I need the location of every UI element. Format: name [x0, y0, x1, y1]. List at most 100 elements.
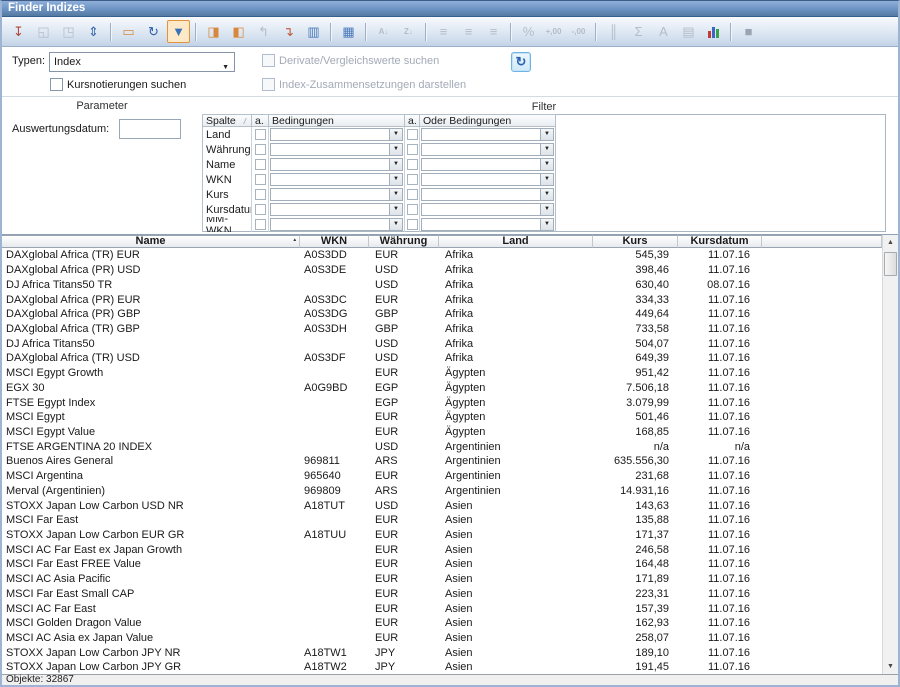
column-header-land[interactable]: Land	[439, 235, 593, 248]
or-checkbox[interactable]	[407, 174, 418, 185]
refresh-icon[interactable]: ↻	[142, 20, 165, 43]
oder-bedingungen-dropdown[interactable]: ▼	[421, 173, 554, 186]
table-row[interactable]: MSCI Golden Dragon Value EUR Asien 162,9…	[2, 616, 882, 631]
table-row[interactable]: MSCI Far East Small CAP EUR Asien 223,31…	[2, 587, 882, 602]
filter-header-spalte[interactable]: Spalte/	[202, 114, 252, 127]
or-checkbox[interactable]	[407, 189, 418, 200]
table-row[interactable]: MSCI Egypt Value EUR Ägypten 168,85 11.0…	[2, 425, 882, 440]
value-options-icon[interactable]: ║	[602, 20, 625, 43]
import-icon[interactable]: ↧	[7, 20, 30, 43]
vertical-scrollbar[interactable]: ▲ ▼	[882, 235, 898, 674]
oder-bedingungen-dropdown[interactable]: ▼	[421, 203, 554, 216]
table-row[interactable]: EGX 30 A0G9BD EGP Ägypten 7.506,18 11.07…	[2, 380, 882, 395]
add-decimals-icon[interactable]: +,00	[542, 20, 565, 43]
table-row[interactable]: STOXX Japan Low Carbon JPY GR A18TW2 JPY…	[2, 660, 882, 674]
table-row[interactable]: MSCI AC Far East EUR Asien 157,39 11.07.…	[2, 601, 882, 616]
column-header-wkn[interactable]: WKN	[300, 235, 369, 248]
bedingungen-dropdown[interactable]: ▼	[270, 218, 403, 231]
column-stats-icon[interactable]: ▥	[302, 20, 325, 43]
column-header-kurs[interactable]: Kurs	[593, 235, 678, 248]
or-checkbox[interactable]	[407, 204, 418, 215]
fit-rows-icon[interactable]: ⇕	[82, 20, 105, 43]
table-format-icon[interactable]: ▤	[677, 20, 700, 43]
sort-asc-icon[interactable]: A↓	[372, 20, 395, 43]
bedingungen-dropdown[interactable]: ▼	[270, 203, 403, 216]
bedingungen-dropdown[interactable]: ▼	[270, 143, 403, 156]
table-row[interactable]: MSCI AC Asia ex Japan Value EUR Asien 25…	[2, 631, 882, 646]
percent-icon[interactable]: %	[517, 20, 540, 43]
table-row[interactable]: Buenos Aires General 969811 ARS Argentin…	[2, 454, 882, 469]
oder-bedingungen-dropdown[interactable]: ▼	[421, 188, 554, 201]
or-checkbox[interactable]	[407, 144, 418, 155]
table-row[interactable]: DAXglobal Africa (TR) GBP A0S3DH GBP Afr…	[2, 322, 882, 337]
new-range-icon[interactable]: ▭	[117, 20, 140, 43]
table-row[interactable]: MSCI AC Far East ex Japan Growth EUR Asi…	[2, 542, 882, 557]
table-row[interactable]: STOXX Japan Low Carbon JPY NR A18TW1 JPY…	[2, 645, 882, 660]
and-checkbox[interactable]	[255, 174, 266, 185]
scroll-down-button[interactable]: ▼	[883, 659, 898, 674]
refresh-search-button[interactable]: ↻	[511, 52, 531, 72]
column-header-kursdatum[interactable]: Kursdatum	[678, 235, 762, 248]
or-checkbox[interactable]	[407, 219, 418, 230]
select-columns-icon[interactable]: ▦	[337, 20, 360, 43]
and-checkbox[interactable]	[255, 189, 266, 200]
table-row[interactable]: DAXglobal Africa (TR) USD A0S3DF USD Afr…	[2, 351, 882, 366]
table-row[interactable]: DAXglobal Africa (PR) GBP A0S3DG GBP Afr…	[2, 307, 882, 322]
table-row[interactable]: FTSE Egypt Index EGP Ägypten 3.079,99 11…	[2, 395, 882, 410]
table-row[interactable]: Merval (Argentinien) 969809 ARS Argentin…	[2, 484, 882, 499]
and-checkbox[interactable]	[255, 144, 266, 155]
insert-row-icon[interactable]: ↴	[277, 20, 300, 43]
remove-column-icon[interactable]: ◧	[227, 20, 250, 43]
stop-icon[interactable]: ■	[737, 20, 760, 43]
bedingungen-dropdown[interactable]: ▼	[270, 173, 403, 186]
zusammensetzungen-checkbox[interactable]	[262, 78, 275, 91]
or-checkbox[interactable]	[407, 129, 418, 140]
align-center-icon[interactable]: ≡	[457, 20, 480, 43]
column-header-name[interactable]: Name▴	[2, 235, 300, 248]
chart-icon[interactable]	[702, 20, 725, 43]
auswertungsdatum-input[interactable]	[119, 119, 181, 139]
align-right-icon[interactable]: ≡	[482, 20, 505, 43]
table-row[interactable]: MSCI Egypt EUR Ägypten 501,46 11.07.16	[2, 410, 882, 425]
and-checkbox[interactable]	[255, 204, 266, 215]
derivate-checkbox[interactable]	[262, 54, 275, 67]
and-checkbox[interactable]	[255, 129, 266, 140]
expand-selection-icon[interactable]: ◱	[32, 20, 55, 43]
table-row[interactable]: MSCI Argentina 965640 EUR Argentinien 23…	[2, 469, 882, 484]
oder-bedingungen-dropdown[interactable]: ▼	[421, 158, 554, 171]
table-row[interactable]: STOXX Japan Low Carbon USD NR A18TUT USD…	[2, 498, 882, 513]
table-row[interactable]: FTSE ARGENTINA 20 INDEX USD Argentinien …	[2, 439, 882, 454]
table-row[interactable]: MSCI Far East EUR Asien 135,88 11.07.16	[2, 513, 882, 528]
typen-select[interactable]: Index ▼	[49, 52, 235, 72]
table-row[interactable]: MSCI Far East FREE Value EUR Asien 164,4…	[2, 557, 882, 572]
insert-column-icon[interactable]: ◨	[202, 20, 225, 43]
table-row[interactable]: DAXglobal Africa (PR) EUR A0S3DC EUR Afr…	[2, 292, 882, 307]
font-icon[interactable]: A	[652, 20, 675, 43]
align-left-icon[interactable]: ≡	[432, 20, 455, 43]
bedingungen-dropdown[interactable]: ▼	[270, 158, 403, 171]
remove-decimals-icon[interactable]: -,00	[567, 20, 590, 43]
scrollbar-thumb[interactable]	[884, 252, 897, 276]
or-checkbox[interactable]	[407, 159, 418, 170]
scroll-up-button[interactable]: ▲	[883, 235, 898, 250]
table-row[interactable]: MSCI AC Asia Pacific EUR Asien 171,89 11…	[2, 572, 882, 587]
filter-icon[interactable]: ▼	[167, 20, 190, 43]
oder-bedingungen-dropdown[interactable]: ▼	[421, 143, 554, 156]
oder-bedingungen-dropdown[interactable]: ▼	[421, 218, 554, 231]
table-row[interactable]: DJ Africa Titans50 USD Afrika 504,07 11.…	[2, 336, 882, 351]
kursnotierungen-checkbox[interactable]	[50, 78, 63, 91]
sum-icon[interactable]: Σ	[627, 20, 650, 43]
bedingungen-dropdown[interactable]: ▼	[270, 188, 403, 201]
undo-column-icon[interactable]: ↰	[252, 20, 275, 43]
bedingungen-dropdown[interactable]: ▼	[270, 128, 403, 141]
table-row[interactable]: DJ Africa Titans50 TR USD Afrika 630,40 …	[2, 277, 882, 292]
table-row[interactable]: STOXX Japan Low Carbon EUR GR A18TUU EUR…	[2, 528, 882, 543]
table-row[interactable]: MSCI Egypt Growth EUR Ägypten 951,42 11.…	[2, 366, 882, 381]
column-header-waehrung[interactable]: Währung	[369, 235, 439, 248]
table-row[interactable]: DAXglobal Africa (PR) USD A0S3DE USD Afr…	[2, 263, 882, 278]
and-checkbox[interactable]	[255, 159, 266, 170]
table-row[interactable]: DAXglobal Africa (TR) EUR A0S3DD EUR Afr…	[2, 248, 882, 263]
sort-desc-icon[interactable]: Z↓	[397, 20, 420, 43]
shrink-selection-icon[interactable]: ◳	[57, 20, 80, 43]
and-checkbox[interactable]	[255, 219, 266, 230]
